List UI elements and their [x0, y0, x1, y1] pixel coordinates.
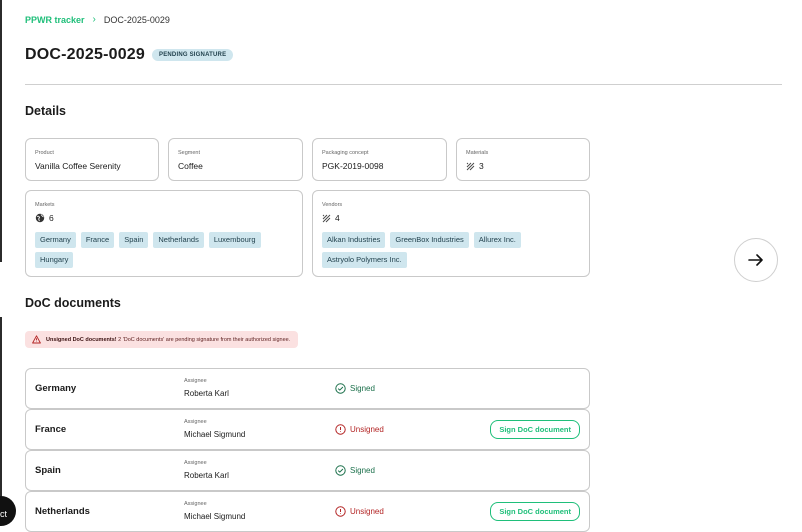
doc-row-country: Germany	[35, 383, 77, 394]
header-divider	[25, 84, 782, 85]
doc-row: France Assignee Michael Sigmund Unsigned…	[25, 409, 590, 450]
materials-value: 3	[466, 161, 484, 171]
breadcrumb-current: DOC-2025-0029	[103, 14, 170, 25]
markets-card: Markets 6 Germany France Spain Netherlan…	[25, 190, 303, 277]
product-card: Product Vanilla Coffee Serenity	[25, 138, 159, 181]
markets-count: 6	[49, 213, 54, 223]
globe-icon	[35, 213, 45, 223]
layers-icon	[322, 214, 331, 222]
unsigned-alert: Unsigned DoC documents! 2 'DoC documents…	[25, 331, 299, 348]
alert-message: Unsigned DoC documents! 2 'DoC documents…	[46, 337, 290, 343]
market-chip: Spain	[119, 232, 149, 248]
vendor-chip: Alkan Industries	[322, 232, 386, 248]
page-title: DOC-2025-0029	[25, 46, 145, 63]
details-section-title: Details	[25, 104, 66, 118]
status-text: Signed	[350, 384, 375, 393]
doc-row-country: Netherlands	[35, 506, 90, 517]
assignee-name: Michael Sigmund	[184, 430, 246, 439]
markets-chip-list: Germany France Spain Netherlands Luxembo…	[35, 232, 296, 268]
check-circle-icon	[335, 465, 346, 476]
assignee-label: Assignee	[184, 460, 207, 466]
market-chip: Hungary	[35, 252, 74, 268]
next-arrow-button[interactable]	[734, 238, 778, 282]
vendor-chip: Astryolo Polymers Inc.	[322, 252, 407, 268]
doc-row: Netherlands Assignee Michael Sigmund Uns…	[25, 491, 590, 532]
signed-status: Signed	[335, 465, 375, 476]
vendor-chip: Allurex Inc.	[473, 232, 521, 248]
sign-doc-button[interactable]: Sign DoC document	[490, 502, 580, 521]
vendors-card: Vendors 4 Alkan Industries GreenBox Indu…	[312, 190, 590, 277]
packaging-label: Packaging concept	[322, 150, 369, 156]
left-edge-rail	[0, 0, 2, 519]
assignee-label: Assignee	[184, 419, 207, 425]
materials-label: Materials	[466, 150, 489, 156]
doc-row: Germany Assignee Roberta Karl Signed	[25, 368, 590, 409]
unsigned-status: Unsigned	[335, 424, 384, 435]
segment-card: Segment Coffee	[168, 138, 303, 181]
product-label: Product	[35, 150, 54, 156]
packaging-card: Packaging concept PGK-2019-0098	[312, 138, 447, 181]
doc-section-title: DoC documents	[25, 296, 121, 310]
segment-value: Coffee	[178, 161, 203, 171]
doc-row: Spain Assignee Roberta Karl Signed	[25, 450, 590, 491]
market-chip: Netherlands	[153, 232, 204, 248]
market-chip: Germany	[35, 232, 76, 248]
assignee-name: Michael Sigmund	[184, 512, 246, 521]
market-chip: Luxembourg	[208, 232, 261, 248]
status-text: Signed	[350, 466, 375, 475]
alert-circle-icon	[335, 424, 346, 435]
market-chip: France	[80, 232, 115, 248]
markets-value: 6	[35, 213, 54, 223]
unsigned-status: Unsigned	[335, 506, 384, 517]
layers-icon	[466, 162, 475, 170]
assignee-label: Assignee	[184, 378, 207, 384]
title-row: DOC-2025-0029 PENDING SIGNATURE	[25, 46, 234, 64]
corner-tab[interactable]: ct	[0, 496, 16, 526]
check-circle-icon	[335, 383, 346, 394]
product-value: Vanilla Coffee Serenity	[35, 161, 121, 171]
vendors-value: 4	[322, 213, 340, 223]
status-badge: PENDING SIGNATURE	[152, 49, 234, 61]
alert-bold-text: Unsigned DoC documents!	[46, 336, 117, 343]
corner-tab-text: ct	[0, 509, 8, 519]
alert-circle-icon	[335, 506, 346, 517]
arrow-right-icon	[748, 254, 763, 266]
vendor-chip: GreenBox Industries	[390, 232, 469, 248]
segment-label: Segment	[178, 150, 201, 156]
status-text: Unsigned	[350, 425, 384, 434]
doc-row-country: Spain	[35, 465, 61, 476]
breadcrumb: PPWR tracker › DOC-2025-0029	[25, 14, 170, 25]
markets-label: Markets	[35, 202, 55, 208]
materials-card: Materials 3	[456, 138, 590, 181]
assignee-name: Roberta Karl	[184, 471, 229, 480]
sign-doc-button[interactable]: Sign DoC document	[490, 420, 580, 439]
materials-count: 3	[479, 161, 484, 171]
doc-row-country: France	[35, 424, 67, 435]
breadcrumb-root-link[interactable]: PPWR tracker	[25, 15, 85, 25]
assignee-name: Roberta Karl	[184, 389, 229, 398]
vendors-chip-list: Alkan Industries GreenBox Industries All…	[322, 232, 583, 268]
assignee-label: Assignee	[184, 501, 207, 507]
packaging-value: PGK-2019-0098	[322, 161, 384, 171]
warning-icon	[32, 335, 41, 344]
chevron-right-icon: ›	[92, 14, 96, 25]
signed-status: Signed	[335, 383, 375, 394]
status-text: Unsigned	[350, 507, 384, 516]
vendors-count: 4	[335, 213, 340, 223]
vendors-label: Vendors	[322, 202, 343, 208]
alert-text: 2 'DoC documents' are pending signature …	[116, 336, 291, 343]
